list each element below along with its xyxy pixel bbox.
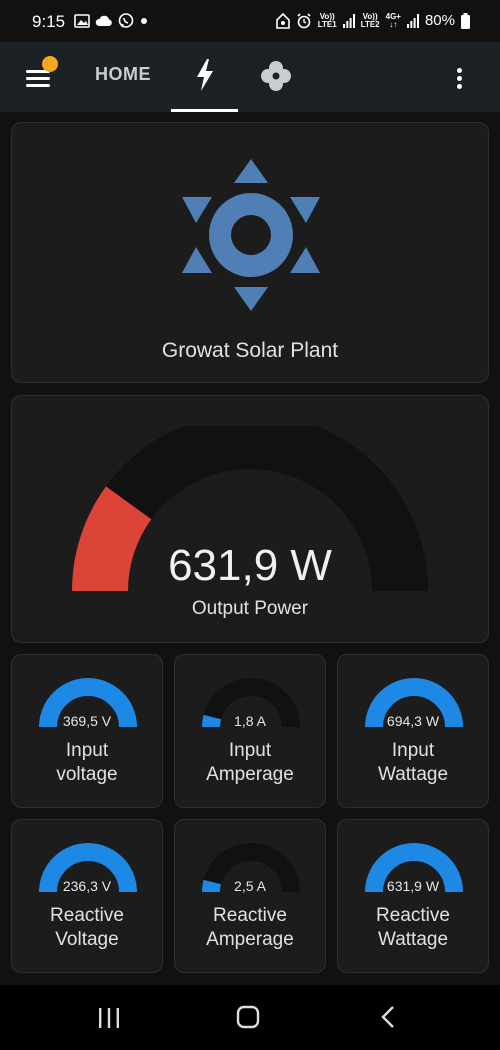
- system-nav-bar: [0, 985, 500, 1050]
- sensor-label: Input Amperage: [175, 739, 325, 787]
- tab-fan[interactable]: [258, 58, 294, 94]
- notification-dot-icon: [141, 18, 147, 24]
- output-power-card[interactable]: 631,9 W Output Power: [11, 395, 489, 643]
- output-power-label: Output Power: [191, 598, 309, 619]
- sensor-gauge: [202, 678, 300, 728]
- sensor-gauge: [365, 678, 463, 728]
- sensor-label: Input Wattage: [338, 739, 488, 787]
- sensor-label-line2: Amperage: [206, 764, 294, 785]
- cloud-icon: [95, 15, 112, 26]
- sensor-label-line2: Wattage: [377, 764, 449, 785]
- sensor-label: Reactive Voltage: [12, 904, 162, 952]
- sensor-gauge: [39, 678, 137, 728]
- sensor-value: 369,5 V: [62, 713, 112, 729]
- sensor-label-line2: Wattage: [377, 929, 449, 950]
- output-power-value: 631,9 W: [168, 541, 332, 590]
- sensor-card[interactable]: 2,5 A Reactive Amperage: [174, 819, 326, 973]
- plant-card[interactable]: Growat Solar Plant: [11, 122, 489, 383]
- sensor-gauge: [39, 843, 137, 893]
- status-bar: 9:15 Vo)) LTE1 Vo)) LTE2 4G+ ↓↑ 80%: [0, 0, 500, 42]
- alarm-icon: [297, 12, 311, 28]
- sensor-card[interactable]: 631,9 W Reactive Wattage: [337, 819, 489, 973]
- sensor-value: 1,8 A: [234, 713, 266, 729]
- sensor-card[interactable]: 1,8 A Input Amperage: [174, 654, 326, 808]
- gallery-icon: [74, 14, 90, 28]
- sensor-label-line1: Reactive: [213, 905, 287, 926]
- sensor-label-line1: Input: [391, 740, 435, 761]
- signal-icon: [406, 13, 419, 28]
- sensor-label-line1: Input: [228, 740, 272, 761]
- sensor-value: 236,3 V: [62, 878, 112, 894]
- sensor-gauge: [365, 843, 463, 893]
- sensor-label-line1: Input: [65, 740, 109, 761]
- sensor-label-line2: voltage: [56, 764, 118, 785]
- back-icon[interactable]: [380, 1005, 396, 1029]
- app-header: HOME: [0, 42, 500, 112]
- volte-lte1-icon: Vo)) LTE1: [317, 11, 337, 29]
- network-4g-icon: 4G+ ↓↑: [385, 11, 401, 29]
- sensor-label: Reactive Wattage: [338, 904, 488, 952]
- sensor-label-line2: Amperage: [206, 929, 294, 950]
- sensor-label: Input voltage: [12, 739, 162, 787]
- menu-button[interactable]: [24, 56, 60, 94]
- battery-icon: [461, 12, 470, 29]
- recent-apps-icon[interactable]: [97, 1007, 121, 1029]
- tab-home[interactable]: HOME: [95, 64, 151, 85]
- status-time: 9:15: [32, 12, 66, 31]
- sensor-label-line1: Reactive: [376, 905, 450, 926]
- alarm-home-icon: [275, 12, 290, 29]
- lightning-icon: [197, 59, 213, 91]
- sensor-card[interactable]: 236,3 V Reactive Voltage: [11, 819, 163, 973]
- active-tab-indicator: [171, 109, 238, 112]
- sensor-card[interactable]: 694,3 W Input Wattage: [337, 654, 489, 808]
- sensor-card[interactable]: 369,5 V Input voltage: [11, 654, 163, 808]
- battery-percent: 80%: [424, 12, 455, 29]
- sensor-label-line1: Reactive: [50, 905, 124, 926]
- sensor-value: 2,5 A: [234, 878, 266, 894]
- volte-lte2-icon: Vo)) LTE2: [360, 11, 380, 29]
- sun-icon: [182, 159, 320, 311]
- sensor-value: 631,9 W: [386, 878, 440, 894]
- viber-icon: [118, 13, 134, 28]
- plant-title: Growat Solar Plant: [161, 339, 339, 362]
- home-icon[interactable]: [236, 1005, 260, 1029]
- sensor-value: 694,3 W: [386, 713, 440, 729]
- tab-energy[interactable]: [171, 42, 238, 112]
- notification-badge: [42, 56, 58, 72]
- signal-icon: [342, 13, 355, 28]
- more-options-button[interactable]: [450, 60, 470, 94]
- sensor-label-line2: Voltage: [55, 929, 119, 950]
- sensor-gauge: [202, 843, 300, 893]
- fan-icon: [261, 61, 291, 91]
- sensor-label: Reactive Amperage: [175, 904, 325, 952]
